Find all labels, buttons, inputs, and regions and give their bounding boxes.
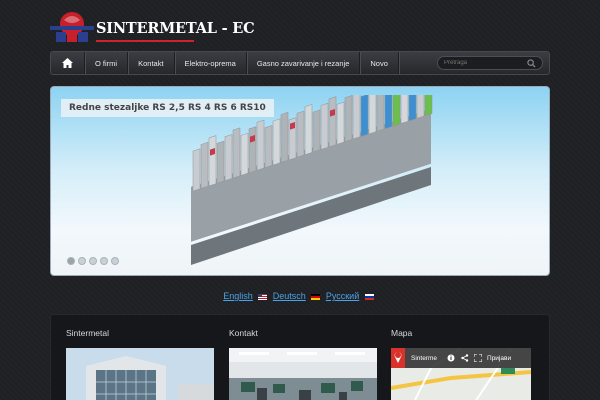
home-icon	[62, 58, 73, 68]
slider-dot[interactable]	[100, 257, 108, 265]
logo-mark-icon	[50, 12, 94, 42]
lang-link-russian[interactable]: Русский	[326, 291, 359, 301]
terminal-block	[256, 119, 265, 171]
terminal-block	[336, 101, 345, 145]
footer-widgets: Sintermetal Kontakt Mapa Sinterme Пријав…	[50, 314, 550, 400]
terminal-block	[392, 95, 401, 127]
terminal-block	[224, 134, 233, 182]
nav-home[interactable]	[51, 52, 85, 74]
terminal-block	[248, 126, 257, 174]
hero-slider[interactable]: Redne stezaljke RS 2,5 RS 4 RS 6 RS10	[50, 86, 550, 276]
terminal-block	[312, 109, 321, 153]
logo[interactable]: SINTERMETAL - EC	[50, 8, 255, 48]
building-photo[interactable]	[66, 348, 214, 400]
brand-name: SINTERMETAL - EC	[96, 20, 255, 37]
ru-flag-icon	[364, 293, 374, 300]
brand-underline	[96, 40, 194, 42]
terminal-block	[208, 135, 217, 187]
slider-dot[interactable]	[78, 257, 86, 265]
terminal-block	[320, 102, 329, 150]
terminal-block	[344, 95, 353, 143]
terminal-block	[192, 148, 201, 192]
terminal-block	[232, 127, 241, 179]
terminal-block	[416, 95, 425, 119]
terminal-block	[272, 118, 281, 166]
de-flag-icon	[311, 293, 321, 300]
search-box	[437, 56, 543, 70]
widget-title-kontakt: Kontakt	[229, 328, 258, 338]
slider-dot[interactable]	[67, 257, 75, 265]
info-icon[interactable]	[447, 354, 455, 362]
us-flag-icon	[258, 293, 268, 300]
office-image	[229, 348, 377, 400]
office-photo[interactable]	[229, 348, 377, 400]
widget-title-mapa: Mapa	[391, 328, 413, 338]
terminal-block	[216, 140, 225, 184]
search-icon[interactable]	[527, 59, 536, 68]
terminal-block	[368, 95, 377, 135]
nav-item-novo[interactable]: Novo	[360, 52, 399, 74]
terminal-block	[376, 95, 385, 132]
map-place-name: Sinterme	[411, 354, 438, 362]
main-nav: O firmi Kontakt Elektro-oprema Gasno zav…	[50, 51, 550, 75]
nav-item-kontakt[interactable]: Kontakt	[128, 52, 175, 74]
terminal-block	[400, 95, 409, 124]
lang-link-deutsch[interactable]: Deutsch	[273, 291, 306, 301]
terminal-block	[360, 95, 369, 137]
slider-dot[interactable]	[111, 257, 119, 265]
terminal-block	[264, 125, 273, 169]
map-pin-icon	[391, 348, 405, 368]
nav-item-gasno-zavarivanje[interactable]: Gasno zavarivanje i rezanje	[247, 52, 361, 74]
terminal-block	[296, 110, 305, 158]
slider-dot[interactable]	[89, 257, 97, 265]
terminal-block	[240, 132, 249, 176]
widget-title-sintermetal: Sintermetal	[66, 328, 109, 338]
terminal-blocks-image	[191, 95, 433, 265]
terminal-block	[408, 95, 417, 122]
search-input[interactable]	[444, 60, 530, 66]
nav-item-o-firmi[interactable]: O firmi	[85, 52, 129, 74]
terminal-block	[200, 141, 209, 189]
share-icon[interactable]	[461, 354, 469, 362]
map-header: Sinterme Пријави	[391, 348, 531, 368]
map-widget[interactable]: Sinterme Пријави	[391, 348, 531, 400]
building-image	[66, 348, 214, 400]
language-selector: English Deutsch Русский	[0, 291, 600, 301]
header: SINTERMETAL - EC	[50, 8, 550, 48]
slider-dots	[67, 257, 119, 265]
terminal-block	[280, 111, 289, 163]
nav-item-elektro-oprema[interactable]: Elektro-oprema	[175, 52, 247, 74]
terminal-block	[352, 95, 361, 140]
terminal-block	[384, 95, 393, 130]
map-signin-link[interactable]: Пријави	[487, 355, 511, 362]
lang-link-english[interactable]: English	[223, 291, 253, 301]
terminal-block	[328, 96, 337, 148]
fullscreen-icon[interactable]	[474, 354, 483, 362]
terminal-block	[424, 95, 433, 117]
terminal-block	[304, 104, 313, 156]
